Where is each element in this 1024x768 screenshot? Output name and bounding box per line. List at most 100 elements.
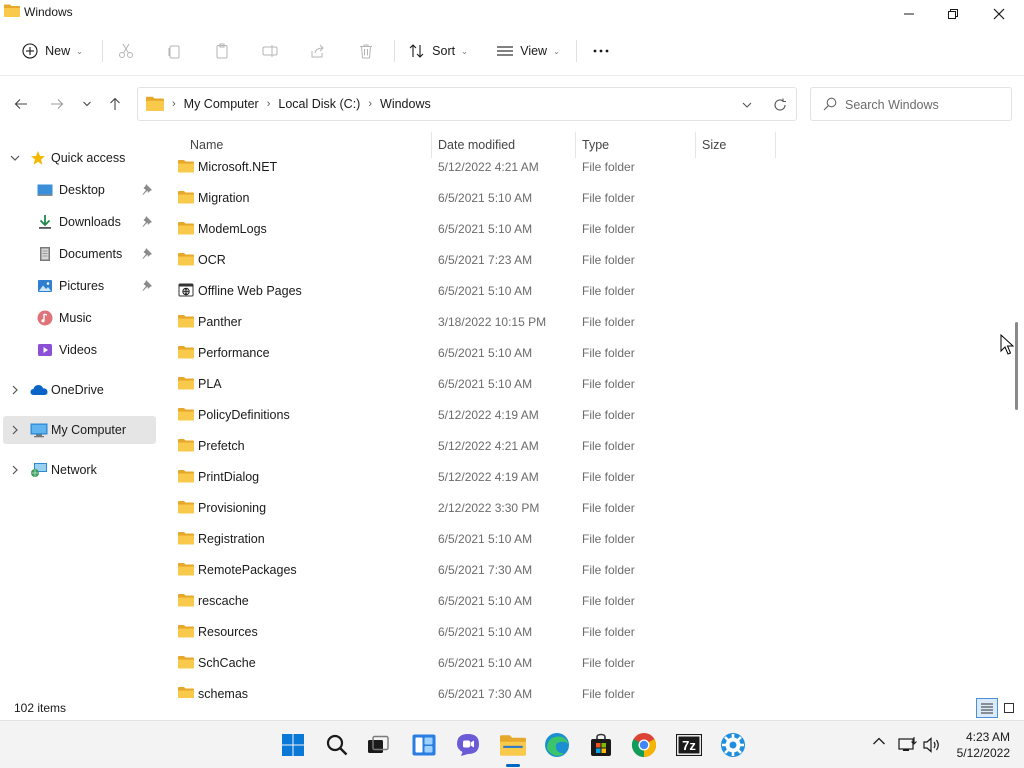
file-type: File folder <box>582 687 635 698</box>
file-row[interactable]: PLA 6/5/2021 5:10 AM File folder <box>160 370 1012 401</box>
task-view-icon <box>368 735 389 753</box>
file-row[interactable]: rescache 6/5/2021 5:10 AM File folder <box>160 587 1012 618</box>
delete-button[interactable] <box>352 36 380 66</box>
chevron-right-icon[interactable] <box>9 424 21 436</box>
file-row[interactable]: Provisioning 2/12/2022 3:30 PM File folder <box>160 494 1012 525</box>
file-type: File folder <box>582 532 635 546</box>
file-row[interactable]: Registration 6/5/2021 5:10 AM File folder <box>160 525 1012 556</box>
file-row[interactable]: PolicyDefinitions 5/12/2022 4:19 AM File f… <box>160 401 1012 432</box>
file-row[interactable]: Prefetch 5/12/2022 4:21 AM File folder <box>160 432 1012 463</box>
nav-item-my-computer[interactable]: My Computer <box>3 416 156 444</box>
file-explorer-taskbar-button[interactable] <box>499 731 527 759</box>
settings-app-button[interactable] <box>719 731 747 759</box>
chat-button[interactable] <box>454 731 482 759</box>
chrome-button[interactable] <box>630 731 658 759</box>
file-row[interactable]: ModemLogs 6/5/2021 5:10 AM File folder <box>160 215 1012 246</box>
details-view-button[interactable] <box>976 698 998 718</box>
column-size[interactable]: Size <box>702 138 726 152</box>
file-row[interactable]: Microsoft.NET 5/12/2022 4:21 AM File folde… <box>160 153 1012 184</box>
nav-item-quick-access[interactable]: Quick access <box>3 144 156 172</box>
file-row[interactable]: PrintDialog 5/12/2022 4:19 AM File folder <box>160 463 1012 494</box>
nav-item-videos[interactable]: Videos <box>3 336 156 364</box>
file-list: ˆ Name Date modified Type Size Microsoft… <box>160 132 1012 698</box>
cut-button[interactable] <box>112 36 140 66</box>
nav-item-network[interactable]: Network <box>3 456 156 484</box>
file-row[interactable]: Migration 6/5/2021 5:10 AM File folder <box>160 184 1012 215</box>
clock-time: 4:23 AM <box>965 730 1010 744</box>
search-box[interactable] <box>810 87 1012 121</box>
chevron-right-icon[interactable] <box>9 384 21 396</box>
file-row[interactable]: Panther 3/18/2022 10:15 PM File folder <box>160 308 1012 339</box>
back-button[interactable] <box>10 94 32 114</box>
new-button[interactable]: New ⌄ <box>16 36 88 66</box>
file-name: Registration <box>198 532 265 546</box>
task-view-button[interactable] <box>364 731 392 759</box>
breadcrumb-my-computer[interactable]: My Computer <box>184 97 259 111</box>
store-button[interactable] <box>587 731 615 759</box>
file-type: File folder <box>582 222 635 236</box>
breadcrumb-windows[interactable]: Windows <box>380 97 431 111</box>
file-type: File folder <box>582 470 635 484</box>
windows-logo-icon <box>282 734 304 756</box>
vertical-scrollbar[interactable] <box>1012 132 1022 698</box>
column-date-modified[interactable]: Date modified <box>438 138 515 152</box>
sort-button[interactable]: Sort ⌄ <box>404 36 472 66</box>
close-button[interactable] <box>976 0 1022 28</box>
taskbar-search-button[interactable] <box>323 731 351 759</box>
file-row[interactable]: Performance 6/5/2021 5:10 AM File folder <box>160 339 1012 370</box>
taskbar: 7z 4:23 AM 5/12/2022 <box>0 720 1024 768</box>
edge-button[interactable] <box>543 731 571 759</box>
nav-item-downloads[interactable]: Downloads <box>3 208 156 236</box>
file-row[interactable]: OCR 6/5/2021 7:23 AM File folder <box>160 246 1012 277</box>
nav-item-desktop[interactable]: Desktop <box>3 176 156 204</box>
nav-item-onedrive[interactable]: OneDrive <box>3 376 156 404</box>
forward-button[interactable] <box>46 94 68 114</box>
copy-button[interactable] <box>160 36 188 66</box>
file-row[interactable]: Resources 6/5/2021 5:10 AM File folder <box>160 618 1012 649</box>
refresh-button[interactable] <box>770 96 790 114</box>
taskbar-clock[interactable]: 4:23 AM 5/12/2022 <box>950 729 1010 761</box>
minimize-button[interactable] <box>886 0 932 28</box>
rename-button[interactable] <box>256 36 284 66</box>
chevron-right-icon[interactable] <box>9 464 21 476</box>
chevron-down-icon[interactable] <box>9 152 21 164</box>
view-button[interactable]: View ⌄ <box>492 36 564 66</box>
column-type[interactable]: Type <box>582 138 609 152</box>
restore-button[interactable] <box>930 0 976 28</box>
file-date-modified: 5/12/2022 4:19 AM <box>438 408 539 422</box>
folder-icon <box>178 563 194 576</box>
file-row[interactable]: SchCache 6/5/2021 5:10 AM File folder <box>160 649 1012 680</box>
nav-item-music[interactable]: Music <box>3 304 156 332</box>
breadcrumb-local-disk[interactable]: Local Disk (C:) <box>278 97 360 111</box>
large-icons-view-button[interactable] <box>998 698 1020 718</box>
recent-locations-button[interactable] <box>76 94 98 114</box>
start-button[interactable] <box>279 731 307 759</box>
scissors-icon <box>119 43 133 58</box>
more-options-button[interactable] <box>586 36 616 66</box>
file-row[interactable]: Offline Web Pages 6/5/2021 5:10 AM File fo… <box>160 277 1012 308</box>
folder-icon <box>178 594 194 607</box>
chevron-up-icon[interactable] <box>872 736 886 746</box>
scrollbar-thumb[interactable] <box>1015 322 1018 410</box>
column-name[interactable]: Name <box>190 138 223 152</box>
paste-button[interactable] <box>208 36 236 66</box>
widgets-button[interactable] <box>410 731 438 759</box>
nav-label-quick-access: Quick access <box>51 151 126 165</box>
volume-icon[interactable] <box>922 736 942 754</box>
nav-item-pictures[interactable]: Pictures <box>3 272 156 300</box>
address-bar[interactable]: › My Computer › Local Disk (C:) › Window… <box>137 87 797 121</box>
new-label: New <box>45 44 71 58</box>
network-status-icon[interactable] <box>898 736 918 754</box>
file-row[interactable]: RemotePackages 6/5/2021 7:30 AM File folde… <box>160 556 1012 587</box>
share-button[interactable] <box>304 36 332 66</box>
up-button[interactable] <box>104 94 126 114</box>
7zip-button[interactable]: 7z <box>675 731 703 759</box>
chevron-down-icon: ⌄ <box>553 46 560 56</box>
view-label: View <box>520 44 548 58</box>
file-date-modified: 6/5/2021 7:23 AM <box>438 253 533 267</box>
file-row[interactable]: schemas 6/5/2021 7:30 AM File folder <box>160 680 1012 698</box>
address-dropdown-button[interactable] <box>738 97 756 113</box>
more-icon <box>593 49 609 53</box>
search-input[interactable] <box>845 96 1005 114</box>
nav-item-documents[interactable]: Documents <box>3 240 156 268</box>
